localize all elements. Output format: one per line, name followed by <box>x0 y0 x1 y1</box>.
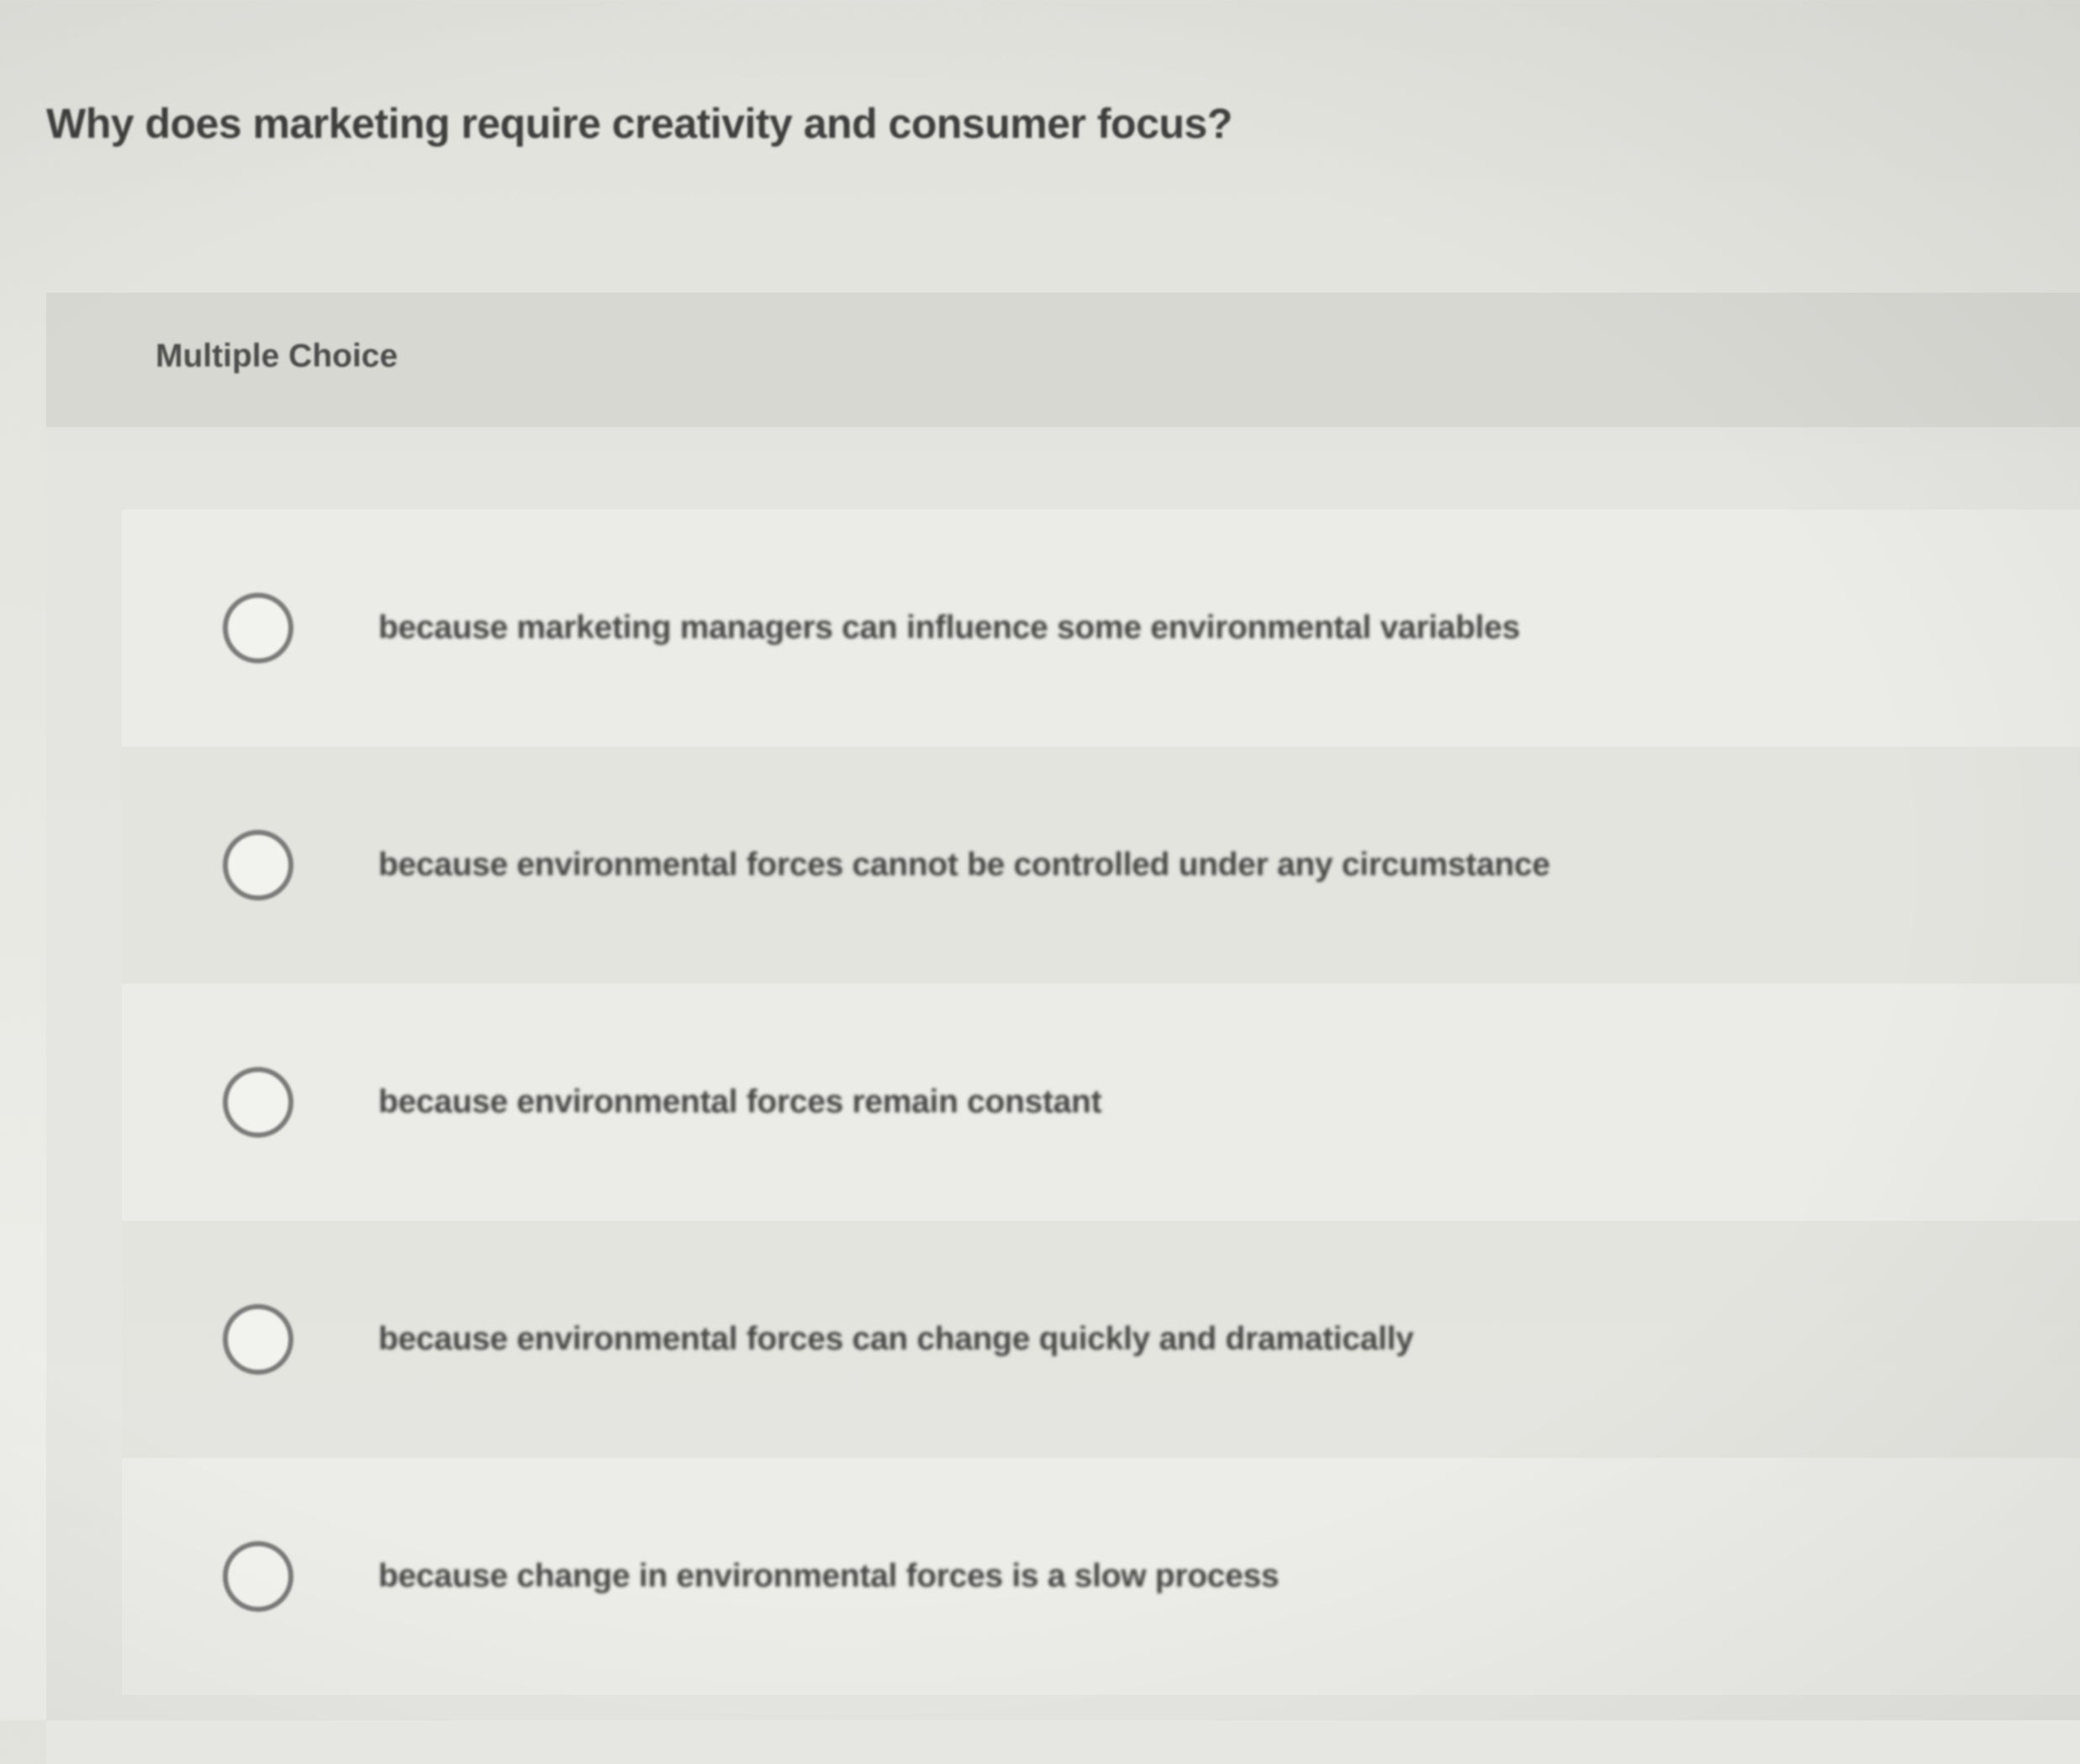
question-title: Why does marketing require creativity an… <box>46 100 1233 147</box>
answer-option-label: because marketing managers can influence… <box>378 610 1520 646</box>
answer-option-1[interactable]: because marketing managers can influence… <box>122 510 2080 747</box>
radio-button[interactable] <box>223 830 293 900</box>
answer-option-2[interactable]: because environmental forces cannot be c… <box>122 747 2080 984</box>
answer-option-5[interactable]: because change in environmental forces i… <box>122 1458 2080 1695</box>
answer-option-4[interactable]: because environmental forces can change … <box>122 1221 2080 1458</box>
multiple-choice-panel: Multiple Choice because marketing manage… <box>46 293 2080 1764</box>
question-type-label: Multiple Choice <box>156 338 399 374</box>
panel-header: Multiple Choice <box>46 293 2080 427</box>
radio-button[interactable] <box>223 1067 293 1138</box>
answer-option-3[interactable]: because environmental forces remain cons… <box>122 984 2080 1221</box>
answer-options: because marketing managers can influence… <box>122 510 2080 1695</box>
radio-button[interactable] <box>223 593 293 663</box>
answer-option-label: because change in environmental forces i… <box>378 1558 1280 1594</box>
answer-option-label: because environmental forces remain cons… <box>378 1084 1102 1120</box>
answer-option-label: because environmental forces cannot be c… <box>378 847 1550 883</box>
radio-button[interactable] <box>223 1541 293 1612</box>
radio-button[interactable] <box>223 1304 293 1375</box>
answer-option-label: because environmental forces can change … <box>378 1321 1414 1357</box>
